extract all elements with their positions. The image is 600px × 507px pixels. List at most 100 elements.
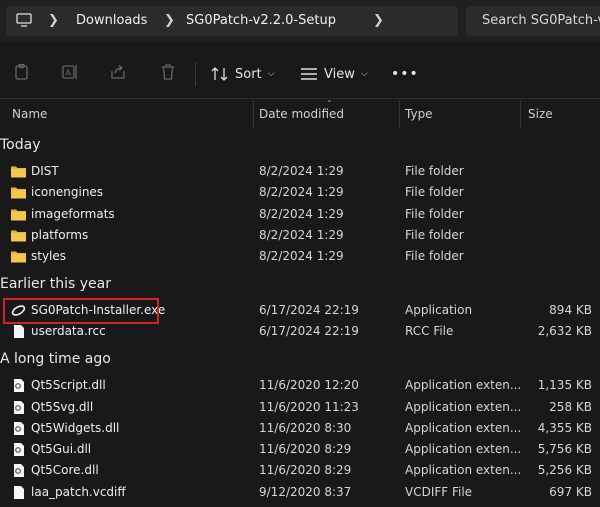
file-date: 11/6/2020 8:29 bbox=[259, 442, 352, 456]
file-name[interactable]: Qt5Svg.dll bbox=[31, 400, 93, 414]
file-date: 8/2/2024 1:29 bbox=[259, 249, 344, 263]
column-divider[interactable] bbox=[520, 100, 521, 128]
file-size: 1,135 KB bbox=[537, 378, 592, 392]
view-icon bbox=[301, 68, 317, 80]
toolbar-divider bbox=[195, 62, 196, 86]
file-date: 8/2/2024 1:29 bbox=[259, 185, 344, 199]
more-options-button[interactable]: ••• bbox=[391, 62, 419, 86]
rename-icon[interactable]: A bbox=[60, 62, 80, 82]
file-icon bbox=[14, 486, 24, 499]
column-header-date[interactable]: Date modified bbox=[259, 107, 344, 121]
view-label: View bbox=[324, 66, 355, 82]
group-header-today[interactable]: Today bbox=[0, 137, 41, 153]
group-header-long-time-ago[interactable]: A long time ago bbox=[0, 351, 111, 367]
file-row[interactable]: DIST 8/2/2024 1:29 File folder bbox=[0, 161, 600, 182]
chevron-down-icon: ⌵ bbox=[267, 69, 275, 79]
sort-label: Sort bbox=[235, 66, 262, 82]
column-divider[interactable] bbox=[399, 100, 400, 128]
file-type: File folder bbox=[405, 207, 464, 221]
clipboard-icon[interactable] bbox=[12, 62, 32, 82]
column-divider[interactable] bbox=[253, 100, 254, 128]
file-row[interactable]: styles 8/2/2024 1:29 File folder bbox=[0, 246, 600, 267]
column-header-type[interactable]: Type bbox=[405, 107, 433, 121]
file-row[interactable]: Qt5Core.dll 11/6/2020 8:29 Application e… bbox=[0, 460, 600, 481]
file-size: 697 KB bbox=[549, 485, 592, 499]
file-name[interactable]: imageformats bbox=[31, 207, 115, 221]
file-name[interactable]: Qt5Core.dll bbox=[31, 463, 99, 477]
search-input[interactable]: Search SG0Patch-v2.2.0-Setup bbox=[482, 13, 600, 28]
file-type: Application exten... bbox=[405, 463, 522, 477]
file-date: 8/2/2024 1:29 bbox=[259, 164, 344, 178]
svg-text:A: A bbox=[66, 69, 72, 78]
dll-icon bbox=[14, 422, 24, 435]
share-icon[interactable] bbox=[108, 62, 128, 82]
file-date: 6/17/2024 22:19 bbox=[259, 303, 359, 317]
file-row[interactable]: userdata.rcc 6/17/2024 22:19 RCC File 2,… bbox=[0, 321, 600, 342]
file-row[interactable]: platforms 8/2/2024 1:29 File folder bbox=[0, 225, 600, 246]
folder-icon bbox=[11, 209, 26, 221]
folder-icon bbox=[11, 187, 26, 199]
file-type: File folder bbox=[405, 228, 464, 242]
file-type: Application exten... bbox=[405, 421, 522, 435]
search-box[interactable]: Search SG0Patch-v2.2.0-Setup bbox=[466, 6, 600, 36]
file-name[interactable]: Qt5Widgets.dll bbox=[31, 421, 119, 435]
file-size: 894 KB bbox=[549, 303, 592, 317]
chevron-right-icon[interactable]: ❯ bbox=[164, 13, 175, 28]
dll-icon bbox=[14, 443, 24, 456]
breadcrumb-downloads[interactable]: Downloads bbox=[76, 13, 147, 28]
file-name[interactable]: Qt5Script.dll bbox=[31, 378, 106, 392]
file-date: 8/2/2024 1:29 bbox=[259, 207, 344, 221]
folder-icon bbox=[11, 230, 26, 242]
file-row[interactable]: Qt5Gui.dll 11/6/2020 8:29 Application ex… bbox=[0, 439, 600, 460]
dll-icon bbox=[14, 379, 24, 392]
breadcrumb[interactable]: ❯ Downloads ❯ SG0Patch-v2.2.0-Setup ❯ bbox=[6, 6, 458, 36]
file-name[interactable]: DIST bbox=[31, 164, 59, 178]
file-row[interactable]: iconengines 8/2/2024 1:29 File folder bbox=[0, 182, 600, 203]
file-type: Application exten... bbox=[405, 378, 522, 392]
chevron-right-icon[interactable]: ❯ bbox=[373, 13, 384, 28]
file-name[interactable]: platforms bbox=[31, 228, 88, 242]
trash-icon[interactable] bbox=[158, 62, 178, 82]
file-row[interactable]: imageformats 8/2/2024 1:29 File folder bbox=[0, 204, 600, 225]
file-name[interactable]: laa_patch.vcdiff bbox=[31, 485, 126, 499]
file-date: 6/17/2024 22:19 bbox=[259, 324, 359, 338]
file-name[interactable]: iconengines bbox=[31, 185, 103, 199]
file-type: File folder bbox=[405, 185, 464, 199]
file-type: Application exten... bbox=[405, 442, 522, 456]
dll-icon bbox=[14, 401, 24, 414]
file-type: VCDIFF File bbox=[405, 485, 473, 499]
file-row[interactable]: Qt5Svg.dll 11/6/2020 11:23 Application e… bbox=[0, 397, 600, 418]
folder-icon bbox=[11, 166, 26, 178]
file-size: 4,355 KB bbox=[537, 421, 592, 435]
file-icon bbox=[14, 325, 24, 338]
file-name[interactable]: styles bbox=[31, 249, 66, 263]
file-date: 11/6/2020 8:29 bbox=[259, 463, 352, 477]
this-pc-icon[interactable] bbox=[16, 13, 32, 27]
file-name[interactable]: userdata.rcc bbox=[31, 324, 106, 338]
column-header-size[interactable]: Size bbox=[528, 107, 553, 121]
file-row[interactable]: Qt5Script.dll 11/6/2020 12:20 Applicatio… bbox=[0, 375, 600, 396]
file-date: 11/6/2020 12:20 bbox=[259, 378, 359, 392]
chevron-right-icon[interactable]: ❯ bbox=[48, 13, 59, 28]
sort-icon bbox=[211, 67, 228, 81]
folder-icon bbox=[11, 251, 26, 263]
file-row[interactable]: laa_patch.vcdiff 9/12/2020 8:37 VCDIFF F… bbox=[0, 482, 600, 503]
file-row[interactable]: Qt5Widgets.dll 11/6/2020 8:30 Applicatio… bbox=[0, 418, 600, 439]
file-date: 11/6/2020 8:30 bbox=[259, 421, 352, 435]
file-size: 5,256 KB bbox=[537, 463, 592, 477]
file-date: 9/12/2020 8:37 bbox=[259, 485, 352, 499]
file-type: Application exten... bbox=[405, 400, 522, 414]
column-headers: Name ⌃ Date modified Type Size bbox=[0, 99, 600, 128]
file-name[interactable]: Qt5Gui.dll bbox=[31, 442, 91, 456]
view-button[interactable]: View ⌵ bbox=[300, 62, 368, 86]
file-type: Application bbox=[405, 303, 473, 317]
breadcrumb-current-folder[interactable]: SG0Patch-v2.2.0-Setup bbox=[186, 13, 336, 28]
command-bar: A Sort ⌵ View ⌵ ••• bbox=[0, 50, 600, 99]
column-header-name[interactable]: Name bbox=[12, 107, 47, 121]
file-size: 5,756 KB bbox=[537, 442, 592, 456]
sort-button[interactable]: Sort ⌵ bbox=[211, 62, 274, 86]
chevron-down-icon: ⌵ bbox=[360, 69, 368, 79]
file-size: 258 KB bbox=[549, 400, 592, 414]
file-type: RCC File bbox=[405, 324, 454, 338]
group-header-earlier-this-year[interactable]: Earlier this year bbox=[0, 276, 111, 292]
